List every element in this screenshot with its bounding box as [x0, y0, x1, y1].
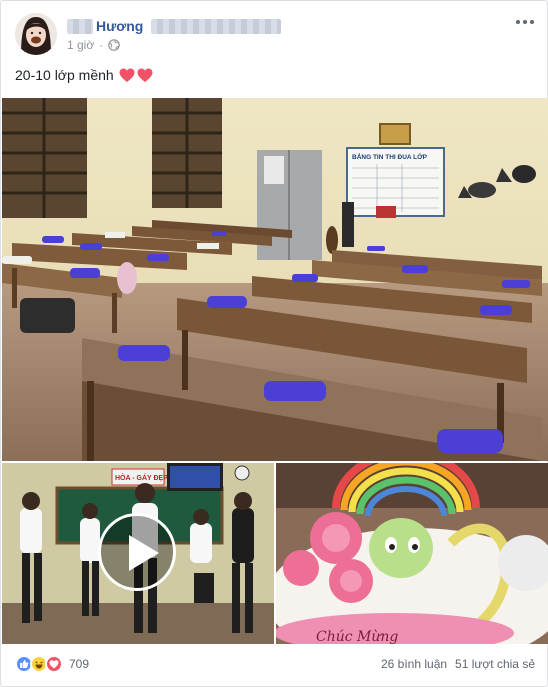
cake-inscription: Chúc Mừng [316, 629, 398, 644]
caption-text: 20-10 lớp mềnh [15, 67, 114, 83]
pink-heart-icon [119, 68, 135, 82]
more-options-icon[interactable] [515, 15, 535, 29]
globe-icon[interactable] [108, 39, 121, 51]
avatar[interactable] [15, 13, 57, 55]
engagement-counts: 26 bình luận 51 lượt chia sẻ [381, 657, 535, 671]
love-reaction-icon [45, 655, 63, 673]
post-card: Hương 1 giờ · 20-10 lớp mềnh BẢNG TIN TH… [0, 0, 548, 687]
author-name[interactable]: Hương [96, 18, 143, 34]
shares-count[interactable]: 51 lượt chia sẻ [455, 657, 535, 671]
cake-photo[interactable]: Chúc Mừng [276, 463, 548, 644]
classroom-photo[interactable]: BẢNG TIN THI ĐUA LỚP [2, 98, 548, 461]
play-icon[interactable] [98, 513, 176, 591]
post-caption: 20-10 lớp mềnh [15, 67, 153, 83]
post-time[interactable]: 1 giờ [67, 38, 94, 52]
comments-count[interactable]: 26 bình luận [381, 657, 447, 671]
classroom-banner: HÒA - GÁY ĐẸP [115, 473, 168, 482]
post-footer: 709 26 bình luận 51 lượt chia sẻ [15, 655, 535, 675]
pink-heart-icon [137, 68, 153, 82]
board-title: BẢNG TIN THI ĐUA LỚP [352, 152, 428, 161]
video-thumbnail[interactable]: HÒA - GÁY ĐẸP [2, 463, 274, 644]
reactions-summary[interactable]: 709 [15, 655, 89, 673]
reaction-count[interactable]: 709 [69, 657, 89, 671]
post-header: Hương 1 giờ · [15, 13, 535, 59]
blurred-group-name [151, 18, 282, 34]
classroom-image: BẢNG TIN THI ĐUA LỚP [2, 98, 548, 461]
blurred-name-part [67, 18, 93, 34]
caption-emojis [119, 68, 153, 83]
avatar-photo [15, 13, 57, 55]
post-meta: 1 giờ · [67, 38, 121, 52]
cake-image: Chúc Mừng [276, 463, 548, 644]
meta-separator: · [99, 38, 104, 52]
author-row: Hương [67, 16, 282, 36]
